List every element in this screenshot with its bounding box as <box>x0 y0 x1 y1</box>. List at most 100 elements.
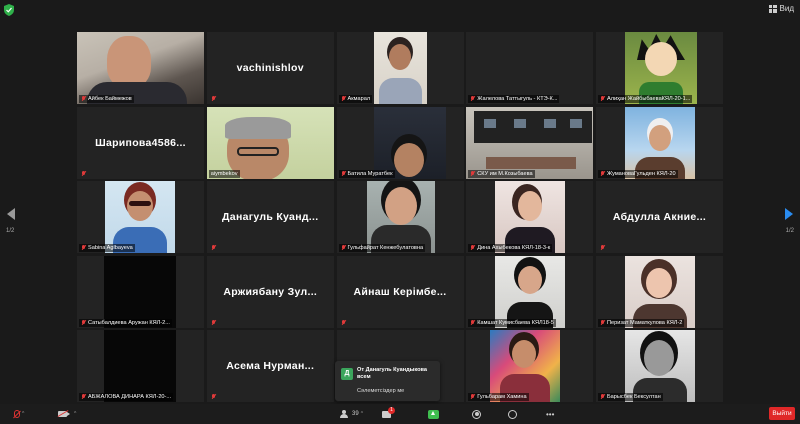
participant-name-label: Жалелова Таттыгуль - КТЭ-К... <box>468 95 560 103</box>
chevron-up-icon[interactable]: ^ <box>74 411 76 417</box>
participant-tile[interactable]: vachinishlov <box>206 32 334 104</box>
microphone-muted-icon <box>600 394 605 400</box>
participant-tile[interactable]: Барысбек Бексултан <box>596 330 723 402</box>
participant-tile[interactable]: Камшат Кумисбаева КЯЛ18-5 <box>466 255 594 328</box>
participant-tile[interactable]: СКУ им М.Козыбаева <box>466 106 594 179</box>
participants-button[interactable]: 39 ^ <box>340 408 363 420</box>
chat-sender-avatar: Д <box>341 368 353 380</box>
participant-tile[interactable]: Акмарал <box>336 32 464 104</box>
participant-tile[interactable]: Перизат Маматкулова КЯЛ-2 <box>596 255 723 328</box>
participant-tile[interactable]: АБЖАЛОВА ДИНАРА КЯЛ-20-... <box>77 330 204 402</box>
participant-tile[interactable]: aiymbekov <box>206 106 334 179</box>
participant-name: Гульбарам Хамина <box>477 394 527 400</box>
participant-tile[interactable]: Абдулла Акние... <box>596 181 723 253</box>
participant-tile[interactable]: Sabina Aglbayeva <box>77 181 204 253</box>
participant-tile[interactable]: Жалелова Таттыгуль - КТЭ-К... <box>466 32 594 104</box>
participant-name-label: Перизат Маматкулова КЯЛ-2 <box>598 318 685 327</box>
participant-video <box>366 181 435 253</box>
record-button[interactable] <box>472 408 481 420</box>
more-dots-icon: ••• <box>546 409 555 419</box>
participant-name: Батила Муратбек <box>347 170 393 177</box>
participant-name: Сатыбалдиева Аружан КЯЛ-2... <box>88 319 170 326</box>
page-indicator-left: 1/2 <box>6 228 15 234</box>
participant-video <box>625 32 697 104</box>
participant-video <box>625 106 695 179</box>
participant-tile[interactable]: Шарипова4586... <box>77 106 204 179</box>
participant-tile[interactable]: Сатыбалдиева Аружан КЯЛ-2... <box>77 255 204 328</box>
participant-video <box>77 32 204 104</box>
page-indicator-right: 1/2 <box>785 228 794 234</box>
video-button[interactable]: ^ <box>58 408 76 420</box>
reactions-button[interactable] <box>508 408 517 420</box>
participant-tile[interactable]: Алиҳан ЖайбыбаеваКЯЛ-20-1... <box>596 32 723 104</box>
participant-tile[interactable]: Данагуль Куанд... <box>206 181 334 253</box>
participant-name: Перизат Маматкулова КЯЛ-2 <box>607 319 683 326</box>
mute-button[interactable]: ^ <box>14 408 24 420</box>
participant-tile[interactable]: Айбек Баймежов <box>77 32 204 104</box>
participant-name: Камшат Кумисбаева КЯЛ18-5 <box>477 319 554 326</box>
chevron-up-icon[interactable]: ^ <box>361 411 363 417</box>
participant-tile[interactable]: Батила Муратбек <box>336 106 464 179</box>
participant-name: Акмарал <box>347 96 371 102</box>
participant-name: Алиҳан ЖайбыбаеваКЯЛ-20-1... <box>607 96 691 102</box>
participant-video <box>625 255 695 328</box>
more-button[interactable]: ••• <box>546 408 554 420</box>
participant-tile[interactable]: Гульфайрат Кенжебулатовна <box>336 181 464 253</box>
microphone-muted-icon <box>341 96 346 102</box>
microphone-muted-icon <box>470 394 475 400</box>
participant-display-name: Абдулла Акние... <box>612 211 707 223</box>
participant-name-label: СКУ им М.Козыбаева <box>468 169 535 178</box>
participant-name-label: Алиҳан ЖайбыбаеваКЯЛ-20-1... <box>598 95 693 103</box>
participant-status <box>209 244 218 252</box>
reactions-icon <box>508 409 517 419</box>
participant-name: Жалелова Таттыгуль - КТЭ-К... <box>477 96 558 102</box>
participant-tile[interactable]: Аржиябану Зул... <box>206 255 334 328</box>
microphone-muted-icon <box>470 245 475 251</box>
chat-sender: От Данагуль Куандыкова всем <box>357 367 428 380</box>
participant-tile[interactable]: Гульбарам Хамина <box>466 330 594 402</box>
participant-display-name: Шарипова4586... <box>95 136 186 149</box>
participant-name: Гульфайрат Кенжебулатовна <box>347 245 424 251</box>
participant-name-label: Барысбек Бексултан <box>598 393 663 401</box>
microphone-muted-icon <box>470 170 475 177</box>
shield-icon[interactable] <box>4 4 14 16</box>
view-button[interactable]: Вид <box>768 4 794 13</box>
microphone-muted-icon <box>81 96 86 102</box>
microphone-muted-icon <box>341 245 346 251</box>
participant-name: Sabina Aglbayeva <box>88 245 133 251</box>
participant-video <box>625 330 695 402</box>
participant-name-label: aiymbekov <box>208 169 240 178</box>
share-screen-button[interactable] <box>428 408 439 420</box>
participant-tile[interactable]: Дина Ахыбекова КЯЛ-18-3-к <box>466 181 594 253</box>
participant-name-label: АБЖАЛОВА ДИНАРА КЯЛ-20-... <box>79 393 174 401</box>
record-icon <box>472 409 481 419</box>
participant-tile[interactable]: ЖумановаГульден КЯЛ-20 <box>596 106 723 179</box>
microphone-muted-icon <box>470 96 475 102</box>
participant-status <box>339 319 348 327</box>
microphone-muted-icon <box>470 319 475 326</box>
share-screen-icon <box>428 409 439 419</box>
meeting-toolbar: ^ ^ 39 ^ 1 ••• Выйти <box>0 404 800 424</box>
participants-count: 39 <box>352 411 359 417</box>
microphone-muted-icon <box>341 170 346 177</box>
next-page-arrow-icon[interactable] <box>785 208 793 220</box>
participant-video <box>104 255 176 328</box>
participant-name: Айбек Баймежов <box>88 96 132 102</box>
participant-status <box>79 170 88 178</box>
participant-status <box>209 393 218 401</box>
microphone-muted-icon <box>211 96 216 102</box>
chat-message: Сәлеметсіздер ме <box>357 388 405 394</box>
camera-off-icon <box>58 411 70 417</box>
gallery-grid: Айбек Баймежов vachinishlov Акмарал Жалелов… <box>77 32 723 402</box>
participant-display-name: Данагуль Куанд... <box>222 211 319 223</box>
participant-name: СКУ им М.Козыбаева <box>477 170 533 177</box>
end-meeting-button[interactable]: Выйти <box>769 407 795 420</box>
participant-tile[interactable]: Айнаш Керімбе... <box>336 255 464 328</box>
participant-name-label: Акмарал <box>338 95 373 103</box>
chat-button[interactable]: 1 <box>382 406 395 420</box>
participant-tile[interactable]: Асема Нурман... <box>206 330 334 402</box>
chat-notification[interactable]: Д От Данагуль Куандыкова всем Сәлеметсіз… <box>335 361 440 401</box>
participant-name-label: Sabina Aglbayeva <box>79 244 135 252</box>
prev-page-arrow-icon[interactable] <box>7 208 15 220</box>
chevron-up-icon[interactable]: ^ <box>22 411 24 417</box>
